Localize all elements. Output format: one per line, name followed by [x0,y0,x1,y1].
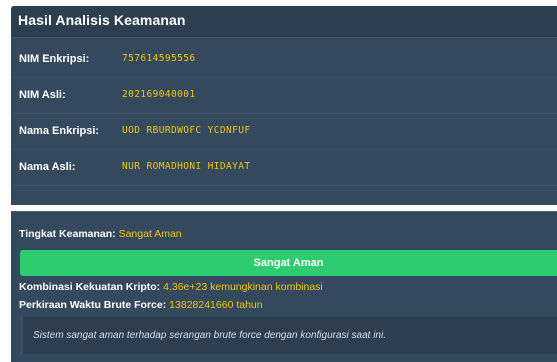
original-nim-value: 202169040001 [122,89,196,100]
original-name-value: NUR ROMADHONI HIDAYAT [122,161,251,172]
encrypted-nim-label: NIM Enkripsi: [19,53,90,65]
encrypted-name-label: Nama Enkripsi: [19,125,100,137]
row-encrypted-nim: NIM Enkripsi: 757614595556 [11,42,557,78]
security-note-text: Sistem sangat aman terhadap serangan bru… [33,330,386,341]
bruteforce-value: 13828241660 tahun [169,299,263,311]
bruteforce-label: Perkiraan Waktu Brute Force: [19,299,167,311]
analysis-panel: Hasil Analisis Keamanan NIM Enkripsi: 75… [11,6,557,205]
analysis-result-frame: Hasil Analisis Keamanan NIM Enkripsi: 75… [0,0,557,362]
security-panel: Tingkat Keamanan: Sangat Aman Sangat Ama… [11,211,557,362]
encrypted-name-value: UOD RBURDWOFC YCDNFUF [122,125,251,136]
crypto-combination: Kombinasi Kekuatan Kripto: 4.36e+23 kemu… [19,281,323,293]
row-original-name: Nama Asli: NUR ROMADHONI HIDAYAT [11,150,557,186]
security-level-label: Tingkat Keamanan: [19,228,116,240]
security-strength-bar: Sangat Aman [20,250,557,276]
encrypted-nim-value: 757614595556 [122,53,196,64]
security-level-value: Sangat Aman [118,228,182,240]
security-note: Sistem sangat aman terhadap serangan bru… [20,317,557,354]
panel-header: Hasil Analisis Keamanan [11,6,557,38]
original-nim-label: NIM Asli: [19,89,66,101]
combination-value: 4.36e+23 kemungkinan kombinasi [163,281,323,293]
bruteforce-estimate: Perkiraan Waktu Brute Force: 13828241660… [19,299,263,311]
row-encrypted-name: Nama Enkripsi: UOD RBURDWOFC YCDNFUF [11,114,557,150]
security-level: Tingkat Keamanan: Sangat Aman [19,228,182,240]
row-original-nim: NIM Asli: 202169040001 [11,78,557,114]
combination-label: Kombinasi Kekuatan Kripto: [19,281,161,293]
strength-bar-label: Sangat Aman [253,257,324,269]
original-name-label: Nama Asli: [19,161,76,173]
panel-title: Hasil Analisis Keamanan [18,12,186,28]
